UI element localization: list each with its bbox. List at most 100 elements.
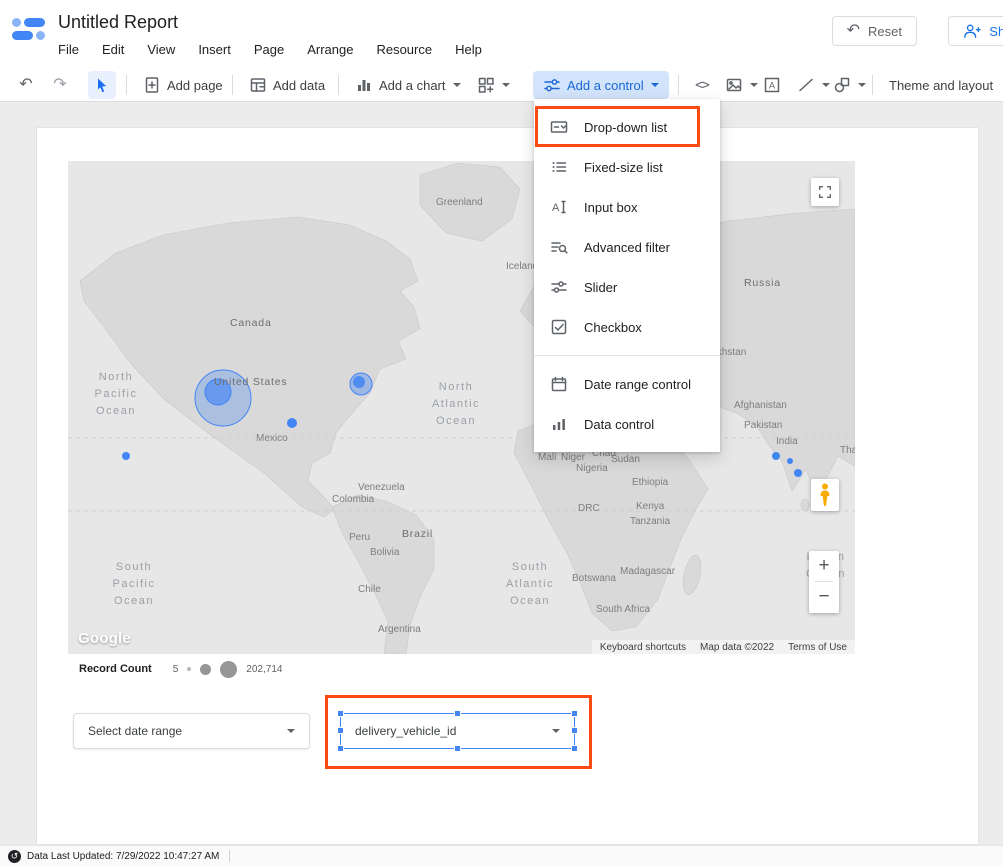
menu-page[interactable]: Page (254, 42, 284, 57)
select-cursor-icon (94, 77, 110, 93)
selection-handle[interactable] (337, 727, 344, 734)
status-bar-divider (229, 850, 230, 862)
selection-handle[interactable] (571, 745, 578, 752)
selection-handle[interactable] (571, 727, 578, 734)
menu-item-fixed-size-list[interactable]: Fixed-size list (534, 147, 720, 187)
menu-item-advanced-filter[interactable]: Advanced filter (534, 227, 720, 267)
menu-item-date-range-control[interactable]: Date range control (534, 364, 720, 404)
menu-item-slider[interactable]: Slider (534, 267, 720, 307)
map-label: Nigeria (576, 463, 608, 474)
embed-code-button[interactable]: <> (688, 71, 716, 99)
undo-button[interactable]: ↶ (12, 71, 40, 99)
date-range-control[interactable]: Select date range (73, 713, 310, 749)
chevron-down-icon (502, 83, 510, 87)
data-freshness-icon: ↺ (8, 850, 21, 863)
line-icon (797, 76, 815, 94)
map-label: Colombia (332, 494, 374, 505)
google-maps-logo[interactable]: Google (78, 630, 131, 647)
report-title[interactable]: Untitled Report (58, 12, 178, 33)
toolbar-separator (678, 75, 679, 95)
menu-file[interactable]: File (58, 42, 79, 57)
geo-bubble-map-chart[interactable]: North Pacific Ocean North Atlantic Ocean… (68, 161, 855, 654)
menu-item-label: Checkbox (584, 320, 642, 335)
select-mode-button[interactable] (88, 71, 116, 99)
undo-icon: ↶ (19, 77, 32, 93)
selection-handle[interactable] (454, 710, 461, 717)
zoom-in-button[interactable]: + (809, 551, 839, 581)
report-canvas[interactable]: North Pacific Ocean North Atlantic Ocean… (36, 127, 979, 845)
map-ocean-label: North Atlantic Ocean (416, 379, 496, 430)
share-button[interactable]: Share (948, 16, 1003, 46)
map-label: Greenland (436, 197, 483, 208)
redo-icon: ↷ (53, 77, 66, 93)
date-range-label: Select date range (88, 724, 182, 738)
menu-insert[interactable]: Insert (198, 42, 231, 57)
menu-item-drop-down-list[interactable]: Drop-down list (534, 107, 720, 147)
map-label: Brazil (402, 528, 433, 540)
chevron-down-icon (858, 83, 866, 87)
selection-handle[interactable] (454, 745, 461, 752)
map-label: India (776, 436, 798, 447)
keyboard-shortcuts-link[interactable]: Keyboard shortcuts (600, 642, 686, 653)
add-control-button[interactable]: Add a control (533, 71, 669, 99)
add-page-button[interactable]: Add page (138, 71, 228, 99)
pegman-icon (818, 483, 832, 507)
chevron-down-icon (453, 83, 461, 87)
insert-image-button[interactable] (720, 71, 763, 99)
insert-text-button[interactable]: A (758, 71, 786, 99)
community-visualizations-icon (477, 76, 495, 94)
legend-metric-label: Record Count (79, 663, 152, 675)
menu-item-input-box[interactable]: A Input box (534, 187, 720, 227)
redo-button[interactable]: ↷ (46, 71, 74, 99)
map-label: Afghanistan (734, 400, 787, 411)
map-bubble[interactable] (772, 452, 780, 460)
map-bubble[interactable] (787, 458, 793, 464)
menu-item-data-control[interactable]: Data control (534, 404, 720, 444)
map-bubble[interactable] (353, 376, 365, 388)
data-studio-logo-icon[interactable] (12, 18, 48, 48)
map-attribution: Keyboard shortcuts Map data ©2022 Terms … (592, 640, 855, 654)
add-data-button[interactable]: Add data (244, 71, 330, 99)
menu-view[interactable]: View (147, 42, 175, 57)
menu-resource[interactable]: Resource (376, 42, 432, 57)
menu-divider (534, 355, 720, 356)
selection-handle[interactable] (337, 745, 344, 752)
add-chart-icon (355, 76, 373, 94)
filter-control-delivery-vehicle-id[interactable]: delivery_vehicle_id (340, 713, 575, 749)
add-page-icon (143, 76, 161, 94)
toolbar-separator (232, 75, 233, 95)
menu-item-checkbox[interactable]: Checkbox (534, 307, 720, 347)
community-visualizations-button[interactable] (472, 71, 515, 99)
map-bubble[interactable] (122, 452, 130, 460)
map-label: Madagascar (620, 566, 675, 577)
legend-bubble-small (187, 667, 191, 671)
reset-button[interactable]: ↶ Reset (832, 16, 917, 46)
menu-item-label: Drop-down list (584, 120, 667, 135)
add-data-label: Add data (273, 78, 325, 93)
map-data-copyright: Map data ©2022 (700, 642, 774, 653)
fullscreen-icon (817, 184, 833, 200)
reset-undo-icon: ↶ (847, 23, 860, 39)
map-bubble[interactable] (287, 418, 297, 428)
person-add-icon (963, 22, 981, 40)
insert-shape-button[interactable] (828, 71, 871, 99)
checkbox-icon (549, 317, 569, 337)
menu-arrange[interactable]: Arrange (307, 42, 353, 57)
map-fullscreen-button[interactable] (811, 178, 839, 206)
data-last-updated: Data Last Updated: 7/29/2022 10:47:27 AM (27, 851, 219, 862)
map-label: Venezuela (358, 482, 405, 493)
fixed-size-list-icon (549, 157, 569, 177)
menu-edit[interactable]: Edit (102, 42, 124, 57)
zoom-out-button[interactable]: − (809, 582, 839, 612)
selection-handle[interactable] (571, 710, 578, 717)
chevron-down-icon (552, 729, 560, 733)
toolbar-separator (872, 75, 873, 95)
selection-handle[interactable] (337, 710, 344, 717)
add-chart-button[interactable]: Add a chart (350, 71, 466, 99)
street-view-pegman-button[interactable] (811, 479, 839, 511)
menu-help[interactable]: Help (455, 42, 482, 57)
map-label: Bolivia (370, 547, 399, 558)
theme-and-layout-button[interactable]: Theme and layout (884, 71, 998, 99)
map-bubble[interactable] (794, 469, 802, 477)
terms-of-use-link[interactable]: Terms of Use (788, 642, 847, 653)
